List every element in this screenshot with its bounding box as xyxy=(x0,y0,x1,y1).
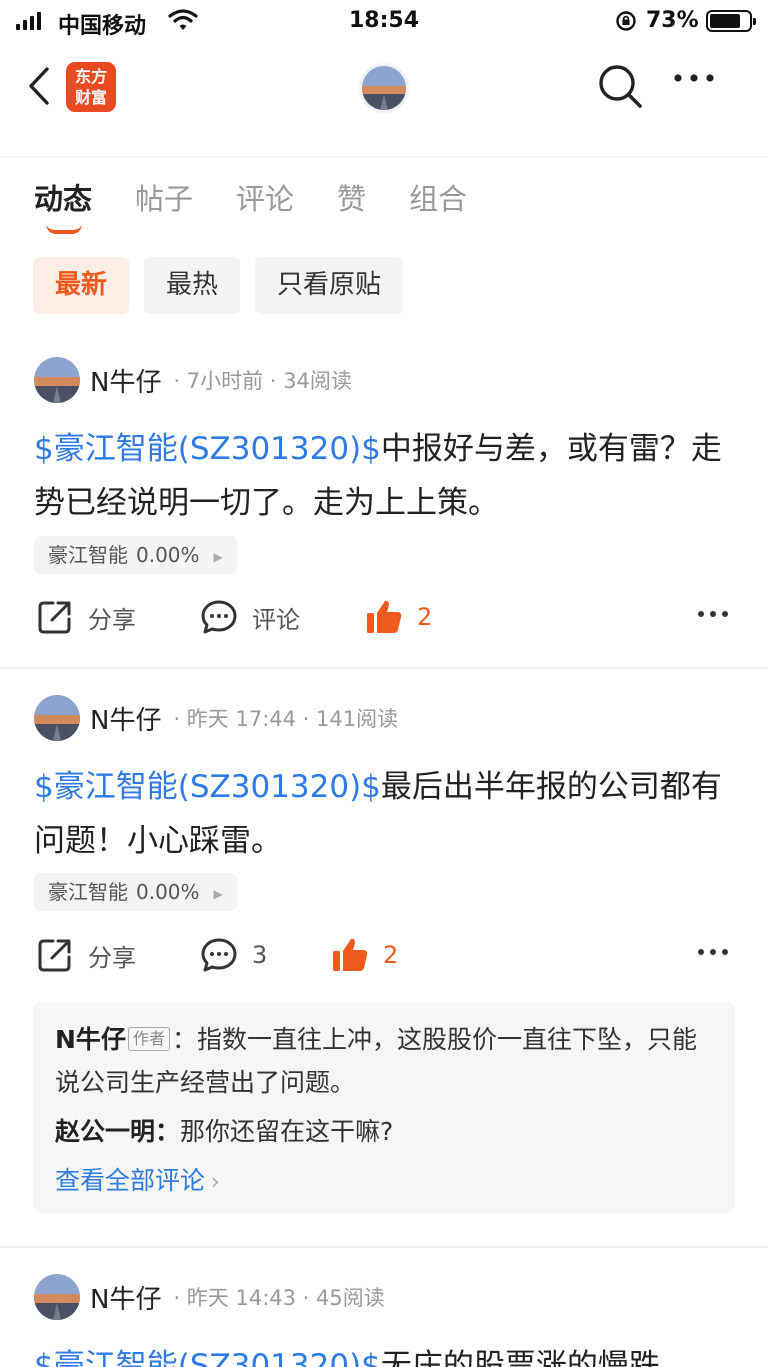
logo-line-2: 财富 xyxy=(74,88,107,107)
post-more-icon[interactable] xyxy=(697,948,729,956)
post-header: N牛仔 · 昨天 17:44 · 141阅读 xyxy=(34,694,398,742)
commenter-name[interactable]: 赵公一明 xyxy=(55,1117,155,1146)
author-name[interactable]: N牛仔 xyxy=(90,1279,161,1316)
share-icon xyxy=(38,939,71,972)
rotation-lock-icon xyxy=(616,11,636,31)
profile-avatar[interactable] xyxy=(362,66,406,110)
battery-icon xyxy=(706,10,756,32)
post-more-icon[interactable] xyxy=(697,610,729,618)
logo-line-1: 东方 xyxy=(74,67,107,86)
eastmoney-logo[interactable]: 东方 财富 xyxy=(66,62,116,112)
stock-change: 0.00% xyxy=(136,543,200,567)
play-arrow-icon: ▶ xyxy=(213,886,223,901)
stock-chip[interactable]: 豪江智能 0.00% ▶ xyxy=(34,873,237,911)
comment-icon xyxy=(201,938,237,972)
stock-chip[interactable]: 豪江智能 0.00% ▶ xyxy=(34,536,237,574)
avatar-image xyxy=(362,66,406,110)
commenter-name[interactable]: N牛仔 xyxy=(55,1025,126,1054)
tab-posts[interactable]: 帖子 xyxy=(135,176,193,218)
share-button[interactable]: 分享 xyxy=(36,936,136,974)
post-card[interactable]: N牛仔 · 7小时前 · 34阅读 $豪江智能(SZ301320)$中报好与差，… xyxy=(0,356,768,668)
post-divider xyxy=(0,1246,768,1248)
post-header: N牛仔 · 昨天 14:43 · 45阅读 xyxy=(34,1273,385,1321)
tab-likes[interactable]: 赞 xyxy=(337,176,366,218)
post-divider xyxy=(0,667,768,669)
author-avatar[interactable] xyxy=(34,695,80,741)
tab-comments[interactable]: 评论 xyxy=(236,176,294,218)
like-button[interactable]: 2 xyxy=(365,598,432,636)
filter-hottest[interactable]: 最热 xyxy=(144,257,241,314)
author-avatar[interactable] xyxy=(34,357,80,403)
post-meta: · 7小时前 · 34阅读 xyxy=(173,369,352,393)
top-nav: 东方 财富 xyxy=(0,52,768,122)
comment-button[interactable]: 评论 xyxy=(200,598,300,636)
share-label: 分享 xyxy=(88,605,136,634)
stock-name: 豪江智能 xyxy=(48,880,128,904)
author-name[interactable]: N牛仔 xyxy=(90,700,161,737)
stock-tag-link[interactable]: $豪江智能(SZ301320)$ xyxy=(34,1348,381,1367)
share-icon xyxy=(38,601,71,634)
post-body[interactable]: $豪江智能(SZ301320)$中报好与差，或有雷？走势已经说明一切了。走为上上… xyxy=(34,422,734,530)
comment-label: 评论 xyxy=(252,605,300,634)
profile-tabs: 动态 帖子 评论 赞 组合 xyxy=(34,176,510,234)
thumbs-up-icon xyxy=(333,938,368,971)
stock-change: 0.00% xyxy=(136,880,200,904)
author-avatar[interactable] xyxy=(34,1274,80,1320)
comment-sep: ： xyxy=(171,1025,197,1054)
share-label: 分享 xyxy=(88,943,136,972)
comment-item: N牛仔 作者 ：指数一直往上冲，这股股价一直往下坠，只能说公司生产经营出了问题。 xyxy=(55,1018,713,1104)
post-actions: 分享 评论 2 xyxy=(0,598,768,648)
tab-dynamics[interactable]: 动态 xyxy=(34,176,92,234)
comment-button[interactable]: 3 xyxy=(200,936,267,974)
stock-tag-link[interactable]: $豪江智能(SZ301320)$ xyxy=(34,431,381,467)
comment-item: 赵公一明：那你还留在这干嘛? xyxy=(55,1110,713,1153)
post-card[interactable]: N牛仔 · 昨天 14:43 · 45阅读 $豪江智能(SZ301320)$无庄… xyxy=(0,1273,768,1367)
post-actions: 分享 3 2 xyxy=(0,936,768,986)
like-count: 2 xyxy=(417,603,433,631)
avatar-image xyxy=(34,357,80,403)
post-meta: · 昨天 17:44 · 141阅读 xyxy=(173,707,399,731)
comment-preview[interactable]: N牛仔 作者 ：指数一直往上冲，这股股价一直往下坠，只能说公司生产经营出了问题。 赵… xyxy=(33,1002,735,1213)
play-arrow-icon: ▶ xyxy=(213,549,223,564)
like-count: 2 xyxy=(383,941,399,969)
filter-latest[interactable]: 最新 xyxy=(33,257,130,314)
thumbs-up-icon xyxy=(367,600,402,633)
comment-count: 3 xyxy=(252,941,268,969)
tab-portfolio[interactable]: 组合 xyxy=(409,176,467,218)
filter-chips: 最新 最热 只看原贴 xyxy=(33,257,404,314)
back-icon[interactable] xyxy=(26,66,52,106)
battery-percent: 73% xyxy=(646,8,699,33)
comment-sep: ： xyxy=(155,1117,181,1146)
comment-icon xyxy=(201,600,237,634)
stock-name: 豪江智能 xyxy=(48,543,128,567)
share-button[interactable]: 分享 xyxy=(36,598,136,636)
post-text: 无庄的股票涨的慢跌 xyxy=(380,1348,660,1367)
post-meta: · 昨天 14:43 · 45阅读 xyxy=(173,1286,385,1310)
filter-original-only[interactable]: 只看原贴 xyxy=(255,257,404,314)
author-name[interactable]: N牛仔 xyxy=(90,362,161,399)
post-header: N牛仔 · 7小时前 · 34阅读 xyxy=(34,356,352,404)
nav-divider xyxy=(0,156,768,157)
post-card[interactable]: N牛仔 · 昨天 17:44 · 141阅读 $豪江智能(SZ301320)$最… xyxy=(0,694,768,1246)
post-body[interactable]: $豪江智能(SZ301320)$最后出半年报的公司都有问题！小心踩雷。 xyxy=(34,760,734,868)
more-options-icon[interactable] xyxy=(672,72,716,84)
avatar-image xyxy=(34,695,80,741)
avatar-image xyxy=(34,1274,80,1320)
stock-tag-link[interactable]: $豪江智能(SZ301320)$ xyxy=(34,769,381,805)
post-body[interactable]: $豪江智能(SZ301320)$无庄的股票涨的慢跌 xyxy=(34,1339,734,1367)
view-all-label: 查看全部评论 xyxy=(55,1166,206,1195)
search-icon[interactable] xyxy=(596,62,644,110)
comment-text: 那你还留在这干嘛? xyxy=(180,1117,394,1146)
status-bar: 中国移动 18:54 73% xyxy=(0,0,768,44)
view-all-comments-link[interactable]: 查看全部评论 › xyxy=(55,1161,713,1197)
chevron-right-icon: › xyxy=(211,1170,220,1195)
like-button[interactable]: 2 xyxy=(331,936,398,974)
author-badge: 作者 xyxy=(127,1027,170,1051)
